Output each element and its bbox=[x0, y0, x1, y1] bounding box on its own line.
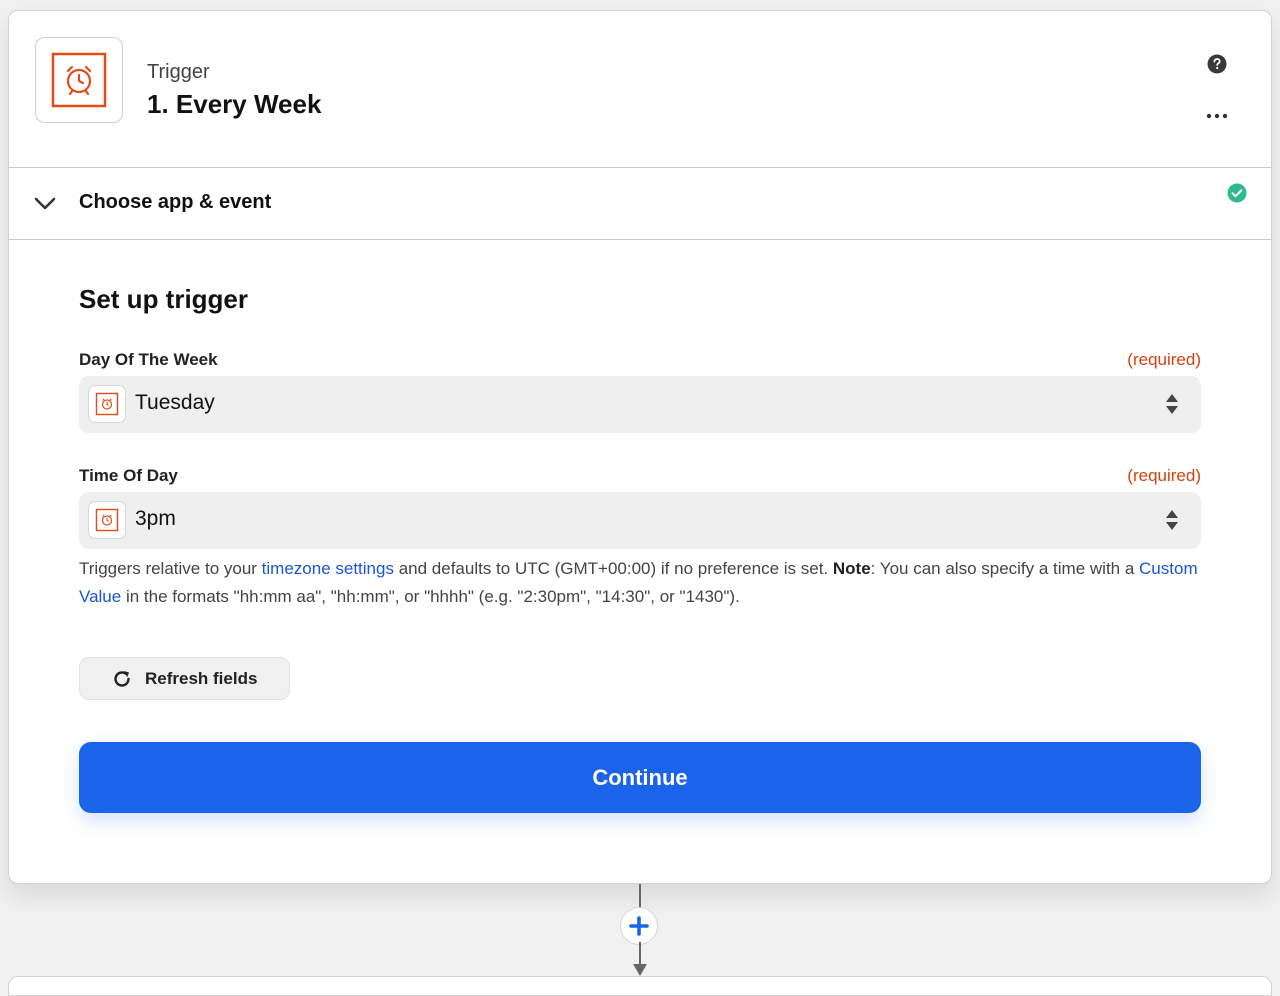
sort-arrows-icon bbox=[1166, 510, 1178, 530]
sort-arrows-icon bbox=[1166, 394, 1178, 414]
select-value: Tuesday bbox=[135, 391, 215, 414]
select-value: 3pm bbox=[135, 507, 176, 530]
app-icon bbox=[35, 37, 123, 123]
app-mini-icon bbox=[88, 501, 126, 539]
check-circle-icon bbox=[1227, 183, 1247, 203]
app-mini-icon bbox=[88, 385, 126, 423]
refresh-fields-label: Refresh fields bbox=[145, 668, 258, 688]
plus-icon bbox=[629, 916, 649, 936]
refresh-icon bbox=[114, 670, 130, 687]
trigger-step-card: Trigger 1. Every Week Choose app & event… bbox=[8, 10, 1272, 884]
alarm-clock-icon bbox=[95, 392, 119, 416]
help-text-part: : You can also specify a time with a bbox=[870, 559, 1140, 578]
time-of-day-select[interactable]: 3pm bbox=[79, 492, 1201, 549]
alarm-clock-icon bbox=[95, 508, 119, 532]
day-of-week-label: Day Of The Week bbox=[79, 350, 218, 369]
continue-button[interactable]: Continue bbox=[79, 742, 1201, 813]
day-of-week-select[interactable]: Tuesday bbox=[79, 376, 1201, 433]
timezone-settings-link[interactable]: timezone settings bbox=[262, 559, 394, 578]
help-text-part: Triggers relative to your bbox=[79, 559, 262, 578]
help-text-part: in the formats "hh:mm aa", "hh:mm", or "… bbox=[121, 587, 740, 606]
step-type-label: Trigger bbox=[147, 61, 210, 83]
required-indicator: (required) bbox=[1127, 350, 1201, 369]
chevron-down-icon[interactable] bbox=[33, 196, 57, 212]
required-indicator: (required) bbox=[1127, 466, 1201, 485]
step-connector-line bbox=[639, 942, 641, 966]
time-of-day-label: Time Of Day bbox=[79, 466, 178, 485]
time-help-text: Triggers relative to your timezone setti… bbox=[79, 555, 1203, 611]
step-title[interactable]: 1. Every Week bbox=[147, 89, 321, 120]
next-step-card[interactable] bbox=[8, 976, 1272, 996]
more-options-icon[interactable] bbox=[1205, 111, 1229, 121]
arrow-down-icon bbox=[633, 964, 647, 976]
refresh-fields-button[interactable]: Refresh fields bbox=[79, 657, 290, 700]
note-label: Note bbox=[832, 559, 871, 578]
section-title: Choose app & event bbox=[79, 191, 272, 213]
alarm-clock-icon bbox=[51, 52, 107, 108]
help-text-part: and defaults to UTC (GMT+00:00) if no pr… bbox=[393, 559, 833, 578]
help-icon[interactable] bbox=[1207, 54, 1227, 74]
setup-title: Set up trigger bbox=[79, 284, 249, 314]
choose-app-event-section[interactable]: Choose app & event bbox=[9, 168, 1271, 240]
step-header: Trigger 1. Every Week bbox=[9, 11, 1271, 168]
add-step-button[interactable] bbox=[620, 907, 658, 945]
